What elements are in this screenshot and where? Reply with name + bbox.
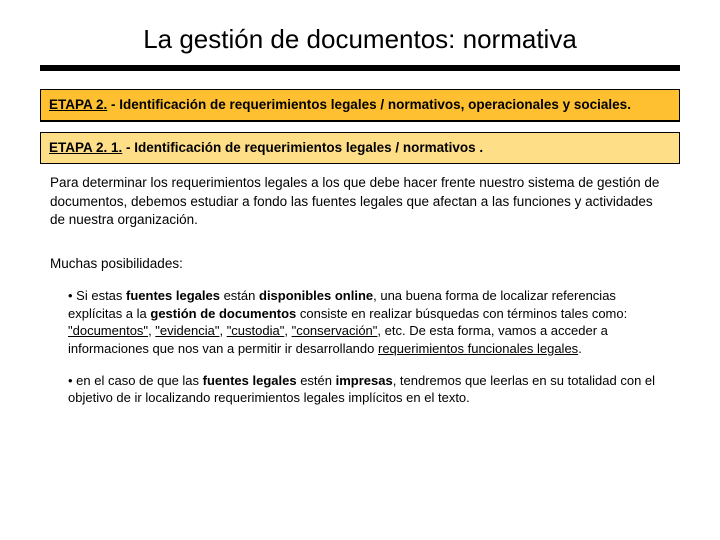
paragraph-possibilities: Muchas posibilidades: — [50, 255, 670, 273]
stage-box-etapa-2: ETAPA 2. - Identificación de requerimien… — [40, 89, 680, 122]
bullet-online: • Si estas fuentes legales están disponi… — [68, 287, 670, 357]
stage-box-lead: ETAPA 2. 1. — [49, 140, 122, 155]
slide-title: La gestión de documentos: normativa — [40, 24, 680, 55]
paragraph-intro: Para determinar los requerimientos legal… — [50, 174, 670, 229]
bullet-impresas: • en el caso de que las fuentes legales … — [68, 372, 670, 407]
stage-box-rest: - Identificación de requerimientos legal… — [107, 97, 631, 112]
stage-box-lead: ETAPA 2. — [49, 97, 107, 112]
stage-box-rest: - Identificación de requerimientos legal… — [122, 140, 483, 155]
title-rule — [40, 65, 680, 71]
slide: La gestión de documentos: normativa ETAP… — [0, 0, 720, 540]
stage-box-etapa-2-1: ETAPA 2. 1. - Identificación de requerim… — [40, 132, 680, 164]
